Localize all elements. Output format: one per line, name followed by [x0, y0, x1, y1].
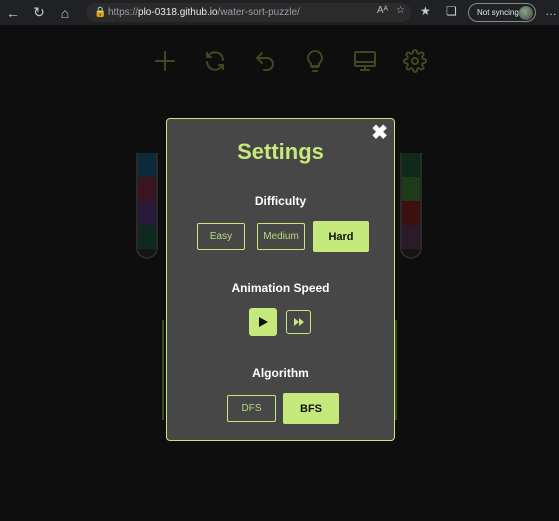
tube-right[interactable]: [400, 153, 422, 259]
settings-gear-icon[interactable]: [390, 47, 440, 75]
undo-icon[interactable]: [240, 47, 290, 75]
read-aloud-icon[interactable]: Aᴬ: [377, 5, 388, 16]
algorithm-bfs-button[interactable]: BFS: [283, 393, 339, 424]
liquid-segment: [138, 177, 156, 201]
url-path: /water-sort-puzzle/: [217, 7, 300, 18]
lock-icon: 🔒: [94, 7, 107, 18]
liquid-segment: [138, 201, 156, 225]
hidden-tube-edge: [395, 320, 397, 420]
liquid-segment: [138, 225, 156, 249]
plus-icon[interactable]: [140, 47, 190, 75]
add-favorite-icon[interactable]: ☆: [396, 5, 405, 16]
settings-title: Settings: [237, 139, 324, 164]
game-area: ✖ Settings Difficulty Easy Medium Hard A…: [0, 25, 559, 521]
restart-icon[interactable]: [190, 47, 240, 75]
back-arrow-icon[interactable]: ←: [0, 0, 26, 25]
liquid-segment: [402, 201, 420, 225]
liquid-segment: [138, 153, 156, 177]
game-toolbar: [140, 47, 440, 75]
hidden-tube-edge: [162, 320, 164, 420]
browser-toolbar: ← ↻ ⌂ 🔒 https:// plo-0318.github.io /wat…: [0, 0, 559, 25]
play-icon: [259, 317, 268, 327]
settings-modal: ✖ Settings Difficulty Easy Medium Hard A…: [166, 118, 395, 441]
animation-speed-label: Animation Speed: [231, 281, 330, 295]
avatar: [519, 6, 533, 20]
difficulty-hard-button[interactable]: Hard: [313, 221, 369, 252]
normal-speed-play-button[interactable]: [249, 308, 277, 336]
algorithm-dfs-button[interactable]: DFS: [227, 395, 276, 422]
refresh-icon[interactable]: ↻: [26, 0, 52, 25]
url-host: plo-0318.github.io: [138, 7, 218, 18]
favorites-icon[interactable]: ★: [420, 4, 431, 18]
difficulty-label: Difficulty: [254, 194, 307, 208]
fast-forward-icon: [293, 318, 304, 326]
liquid-segment: [402, 153, 420, 177]
difficulty-medium-button[interactable]: Medium: [257, 223, 305, 250]
url-scheme: https://: [108, 7, 139, 18]
sync-button[interactable]: Not syncing: [468, 3, 536, 22]
liquid-segment: [402, 225, 420, 249]
more-menu-icon[interactable]: …: [545, 4, 557, 18]
difficulty-easy-button[interactable]: Easy: [197, 223, 245, 250]
sync-label: Not syncing: [477, 8, 519, 17]
liquid-segment: [402, 177, 420, 201]
home-icon[interactable]: ⌂: [52, 0, 78, 25]
tube-left[interactable]: [136, 153, 158, 259]
algorithm-label: Algorithm: [252, 366, 309, 380]
display-icon[interactable]: [340, 47, 390, 75]
collections-icon[interactable]: ❏: [446, 4, 457, 18]
fast-speed-button[interactable]: [286, 310, 311, 334]
hint-bulb-icon[interactable]: [290, 47, 340, 75]
address-bar[interactable]: 🔒 https:// plo-0318.github.io /water-sor…: [86, 3, 411, 22]
